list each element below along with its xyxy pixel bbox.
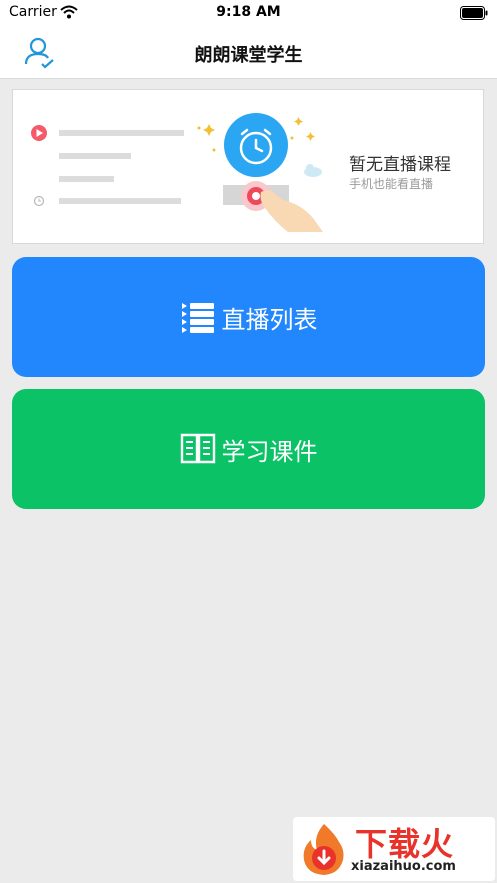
no-live-illustration [31,113,323,232]
page-title: 朗朗课堂学生 [194,45,303,66]
nav-bar: 朗朗课堂学生 [0,26,497,79]
fire-logo-icon [303,824,344,875]
courseware-label: 学习课件 [221,437,318,466]
status-bar: Carrier 9:18 AM [0,0,497,26]
list-icon [180,299,216,335]
battery-icon [460,5,488,24]
watermark-url: xiazaihuo.com [351,859,456,874]
no-live-title: 暂无直播课程 [349,155,451,175]
live-list-label: 直播列表 [221,305,318,334]
book-icon [180,432,216,466]
status-time: 9:18 AM [216,4,281,20]
courseware-button[interactable]: 学习课件 [12,389,485,509]
no-live-subtitle: 手机也能看直播 [349,177,434,191]
live-course-card: 暂无直播课程 手机也能看直播 [12,89,484,244]
live-list-button[interactable]: 直播列表 [12,257,485,377]
watermark: 下载火 xiazaihuo.com [293,817,495,881]
